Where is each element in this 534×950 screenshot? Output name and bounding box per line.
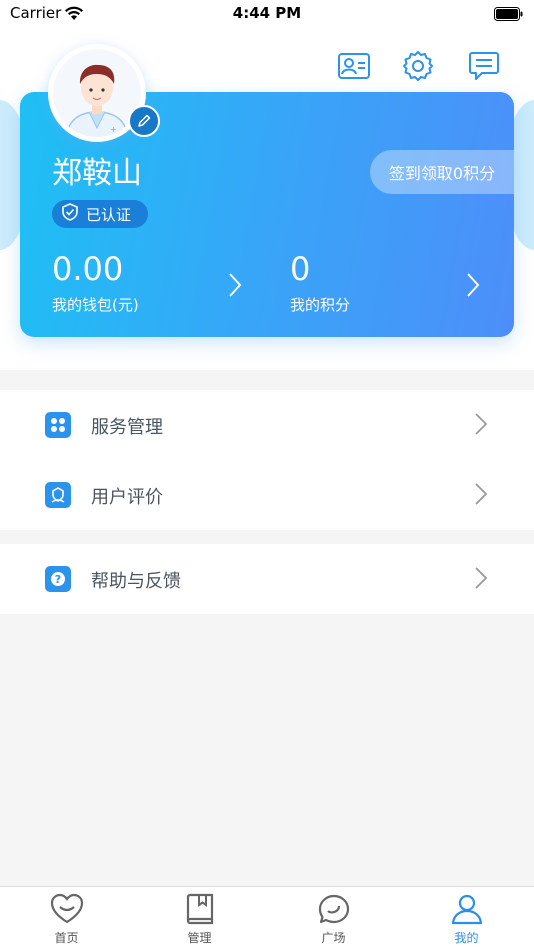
tab-label-mine: 我的 xyxy=(454,931,479,945)
points-stat[interactable]: 0 我的积分 xyxy=(290,250,490,320)
points-label: 我的积分 xyxy=(290,296,351,314)
home-heart-icon xyxy=(50,893,83,924)
settings-gear-icon[interactable] xyxy=(400,48,436,84)
person-icon xyxy=(451,894,482,925)
tab-home[interactable]: 首页 xyxy=(0,887,133,950)
help-icon: ? xyxy=(45,566,71,592)
user-name: 郑鞍山 xyxy=(52,156,142,191)
rating-icon xyxy=(45,482,71,508)
menu-group-main: 服务管理 用户评价 xyxy=(0,390,534,530)
menu-label-help: 帮助与反馈 xyxy=(91,571,181,592)
edit-avatar-button[interactable] xyxy=(128,105,160,137)
tab-bar: 首页 管理 广场 我的 xyxy=(0,886,534,950)
signin-points-button[interactable]: 签到领取0积分 xyxy=(370,150,514,194)
menu-item-service-management[interactable]: 服务管理 xyxy=(0,390,534,460)
tab-mine[interactable]: 我的 xyxy=(400,887,533,950)
profile-header: 郑鞍山 已认证 签到领取0积分 0.00 我的钱包(元) 0 我的积分 + xyxy=(0,30,534,370)
menu-label-service: 服务管理 xyxy=(91,417,163,438)
wallet-stat[interactable]: 0.00 我的钱包(元) xyxy=(52,250,252,320)
menu-item-help-feedback[interactable]: ? 帮助与反馈 xyxy=(0,544,534,614)
wallet-value: 0.00 xyxy=(52,250,124,288)
chevron-right-icon xyxy=(228,272,242,302)
clock-time: 4:44 PM xyxy=(232,4,302,22)
chevron-right-icon xyxy=(474,566,488,594)
menu-group-help: ? 帮助与反馈 xyxy=(0,544,534,614)
tab-label-home: 首页 xyxy=(54,931,79,945)
status-bar: Carrier 4:44 PM xyxy=(0,0,534,30)
menu-item-user-rating[interactable]: 用户评价 xyxy=(0,460,534,530)
wallet-label: 我的钱包(元) xyxy=(52,296,139,314)
tab-label-square: 广场 xyxy=(321,931,346,945)
service-grid-icon xyxy=(45,412,71,438)
chevron-right-icon xyxy=(474,482,488,510)
verified-badge: 已认证 xyxy=(52,200,148,228)
shield-check-icon xyxy=(62,203,78,225)
tab-label-manage: 管理 xyxy=(187,931,212,945)
svg-text:?: ? xyxy=(55,573,61,586)
chevron-right-icon xyxy=(474,412,488,440)
verified-label: 已认证 xyxy=(86,205,132,224)
book-icon xyxy=(186,893,213,925)
svg-text:+: + xyxy=(110,125,117,134)
battery-icon xyxy=(494,7,524,26)
menu-label-rating: 用户评价 xyxy=(91,487,163,508)
chevron-right-icon xyxy=(466,272,480,302)
tab-square[interactable]: 广场 xyxy=(267,887,400,950)
message-icon[interactable] xyxy=(466,48,502,84)
id-card-icon[interactable] xyxy=(336,48,372,84)
points-value: 0 xyxy=(290,250,311,288)
tab-manage[interactable]: 管理 xyxy=(133,887,266,950)
pencil-icon xyxy=(138,114,151,127)
chat-bubble-icon xyxy=(318,894,349,924)
